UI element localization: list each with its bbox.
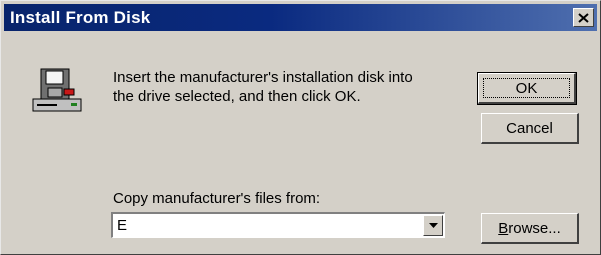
focus-rectangle	[483, 78, 570, 98]
copy-from-input[interactable]	[117, 217, 407, 234]
copy-from-label: Copy manufacturer's files from:	[113, 190, 321, 207]
close-icon	[578, 12, 589, 23]
disk-drive-icon	[32, 68, 82, 112]
browse-button-label: Browse...	[498, 220, 561, 237]
instruction-line-2: the drive selected, and then click OK.	[113, 88, 361, 105]
title-bar[interactable]: Install From Disk	[4, 4, 597, 31]
copy-from-combobox[interactable]	[111, 212, 445, 238]
instruction-line-1: Insert the manufacturer's installation d…	[113, 69, 413, 86]
window-title: Install From Disk	[10, 8, 151, 27]
install-from-disk-dialog: Install From Disk Insert the manufacture…	[0, 0, 601, 255]
ok-button[interactable]: OK	[477, 72, 577, 105]
browse-mnemonic: B	[498, 219, 509, 237]
close-button[interactable]	[573, 8, 594, 27]
browse-label-rest: rowse...	[508, 219, 561, 237]
instruction-message: Insert the manufacturer's installation d…	[113, 68, 473, 106]
cancel-button-label: Cancel	[506, 119, 553, 137]
browse-button[interactable]: Browse...	[481, 213, 579, 244]
chevron-down-icon	[428, 222, 438, 228]
dropdown-button[interactable]	[423, 215, 443, 236]
cancel-button[interactable]: Cancel	[481, 113, 579, 144]
